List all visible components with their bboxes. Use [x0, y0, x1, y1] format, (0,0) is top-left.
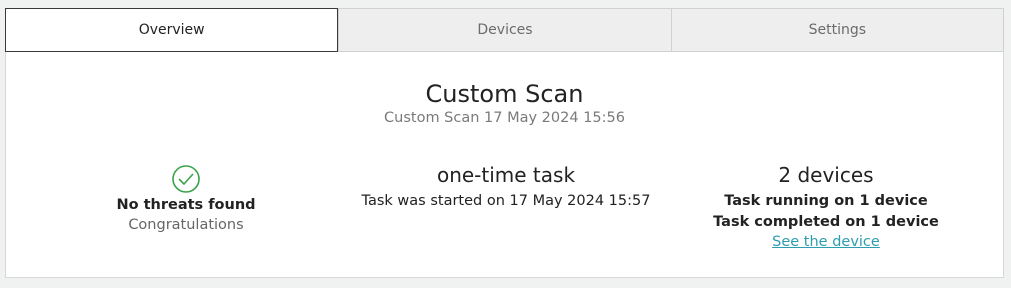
page-title: Custom Scan — [425, 80, 584, 108]
device-count: 2 devices — [778, 163, 874, 187]
task-started: Task was started on 17 May 2024 15:57 — [361, 193, 651, 209]
tab-overview[interactable]: Overview — [5, 8, 339, 52]
page-subtitle: Custom Scan 17 May 2024 15:56 — [384, 110, 625, 126]
task-completed-status: Task completed on 1 device — [713, 214, 939, 230]
tab-devices[interactable]: Devices — [338, 9, 670, 51]
scan-result-section: No threats found Congratulations — [86, 160, 286, 233]
task-type: one-time task — [436, 163, 576, 187]
see-device-link[interactable]: See the device — [772, 234, 880, 250]
check-circle-icon — [172, 165, 200, 193]
overview-panel: Custom Scan Custom Scan 17 May 2024 15:5… — [5, 52, 1004, 278]
tab-settings[interactable]: Settings — [670, 9, 1003, 51]
task-info-section: one-time task Task was started on 17 May… — [336, 160, 676, 209]
task-running-status: Task running on 1 device — [724, 193, 928, 209]
tab-bar: Overview Devices Settings — [5, 8, 1004, 52]
devices-section: 2 devices Task running on 1 device Task … — [706, 160, 946, 250]
result-headline: No threats found — [116, 197, 256, 213]
result-message: Congratulations — [128, 217, 244, 233]
